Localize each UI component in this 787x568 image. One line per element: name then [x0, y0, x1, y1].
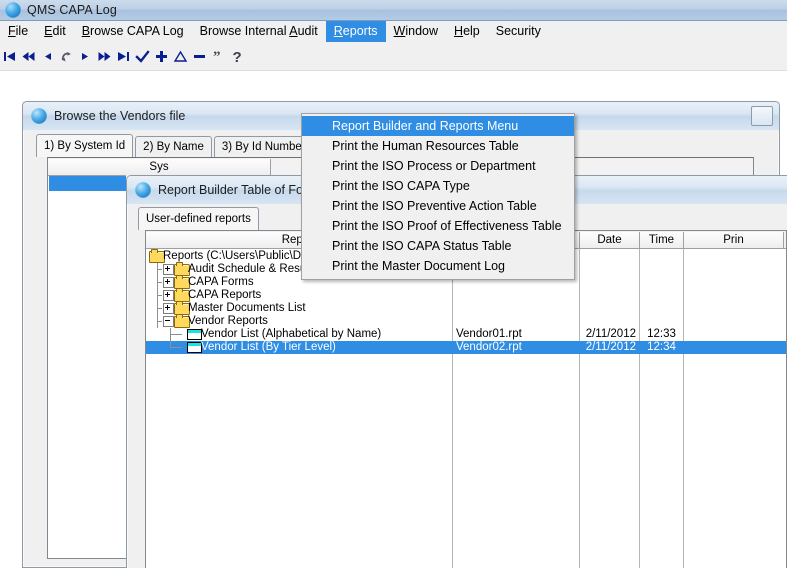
report-icon: [187, 328, 202, 340]
tree-item-label: Audit Schedule & Results: [188, 263, 318, 275]
change-triangle-icon[interactable]: [171, 45, 190, 67]
tree-item-label: CAPA Forms: [188, 276, 254, 288]
previous-record-icon[interactable]: [38, 45, 57, 67]
menu-item-print-the-iso-capa-type[interactable]: Print the ISO CAPA Type: [302, 176, 574, 196]
tree-connector: [157, 289, 158, 302]
report-builder-tabstrip: User-defined reports: [138, 207, 261, 230]
menu-file[interactable]: File: [0, 21, 36, 42]
folder-icon: [149, 249, 165, 263]
next-record-icon[interactable]: [76, 45, 95, 67]
tab-3-by-id-number[interactable]: 3) By Id Number: [213, 136, 314, 157]
expand-node-icon[interactable]: [163, 290, 174, 301]
table-cell: 2/11/2012: [585, 328, 636, 340]
insert-plus-icon[interactable]: [152, 45, 171, 67]
menu-item-print-the-human-resources-table[interactable]: Print the Human Resources Table: [302, 136, 574, 156]
report-builder-grid-body[interactable]: Reports (C:\Users\Public\Documents\ABCI\…: [146, 249, 786, 568]
main-title-bar: QMS CAPA Log: [0, 0, 787, 21]
tree-item-label: Vendor List (By Tier Level): [201, 341, 336, 353]
quote-icon[interactable]: ”: [209, 45, 228, 67]
folder-icon: [174, 288, 190, 302]
menu-reports[interactable]: Reports: [325, 21, 386, 42]
report-icon: [187, 341, 202, 353]
svg-text:”: ”: [213, 49, 221, 64]
menu-window[interactable]: Window: [386, 21, 446, 42]
folder-icon: [174, 262, 190, 276]
tree-item-label: Master Documents List: [188, 302, 306, 314]
tree-connector: [170, 341, 171, 348]
tree-item-label: Vendor Reports: [188, 315, 268, 327]
delete-minus-icon[interactable]: [190, 45, 209, 67]
table-cell: 2/11/2012: [585, 341, 636, 353]
tree-connector: [170, 328, 171, 341]
menu-item-print-the-iso-preventive-action-table[interactable]: Print the ISO Preventive Action Table: [302, 196, 574, 216]
vendors-tabstrip: 1) By System Id 2) By Name 3) By Id Number: [36, 134, 316, 157]
tree-item-label: CAPA Reports: [188, 289, 262, 301]
report-builder-window-title: Report Builder Table of Forms: [158, 183, 324, 197]
expand-node-icon[interactable]: [163, 264, 174, 275]
refresh-icon[interactable]: [57, 45, 76, 67]
rb-column-prin[interactable]: Prin: [684, 231, 784, 248]
folder-icon: [174, 275, 190, 289]
page-forward-icon[interactable]: [95, 45, 114, 67]
tree-connector: [157, 302, 158, 315]
tab-user-defined-reports[interactable]: User-defined reports: [138, 207, 259, 230]
rb-column-time[interactable]: Time: [640, 231, 684, 248]
table-row[interactable]: Vendor List (Alphabetical by Name) Vendor…: [146, 328, 786, 341]
table-cell: 12:33: [647, 328, 676, 340]
vendors-window-title: Browse the Vendors file: [54, 109, 186, 123]
folder-icon: [174, 314, 190, 328]
menu-browse-capa-log[interactable]: Browse CAPA Log: [74, 21, 192, 42]
table-row[interactable]: CAPA Reports: [146, 288, 786, 302]
expand-node-icon[interactable]: [163, 303, 174, 314]
rb-column-date[interactable]: Date: [580, 231, 640, 248]
toolbar: ”?: [0, 42, 787, 70]
help-question-icon[interactable]: ?: [228, 45, 247, 67]
tree-connector: [170, 334, 182, 335]
table-cell: Vendor01.rpt: [456, 328, 522, 340]
table-cell: 12:34: [647, 341, 676, 353]
tab-2-by-name[interactable]: 2) By Name: [135, 136, 212, 157]
table-cell: Vendor02.rpt: [456, 341, 522, 353]
menu-item-print-the-iso-process-or-department[interactable]: Print the ISO Process or Department: [302, 156, 574, 176]
menu-help[interactable]: Help: [446, 21, 488, 42]
menu-item-report-builder-and-reports-menu[interactable]: Report Builder and Reports Menu: [302, 116, 574, 136]
menu-edit[interactable]: Edit: [36, 21, 74, 42]
menu-item-print-the-iso-capa-status-table[interactable]: Print the ISO CAPA Status Table: [302, 236, 574, 256]
tab-1-by-system-id[interactable]: 1) By System Id: [36, 134, 134, 157]
page-back-icon[interactable]: [19, 45, 38, 67]
globe-icon: [135, 182, 151, 198]
globe-icon: [31, 108, 47, 124]
globe-icon: [5, 2, 21, 18]
svg-text:?: ?: [233, 49, 242, 64]
report-builder-grid[interactable]: ReportFileDateTimePrin Reports (C:\Users…: [145, 230, 787, 568]
application-window: QMS CAPA Log File Edit Browse CAPA Log Brow…: [0, 0, 787, 568]
menu-item-print-the-iso-proof-of-effectiveness-table[interactable]: Print the ISO Proof of Effectiveness Tab…: [302, 216, 574, 236]
menu-browse-internal-audit[interactable]: Browse Internal Audit: [192, 21, 326, 42]
menu-security[interactable]: Security: [488, 21, 549, 42]
table-row[interactable]: Vendor Reports: [146, 314, 786, 328]
vendors-window-restore-button[interactable]: [751, 106, 773, 126]
vendors-column-sys[interactable]: Sys: [48, 158, 271, 175]
mdi-client-area: Browse the Vendors file 1) By System Id 2…: [0, 71, 787, 568]
tree-connector: [157, 315, 158, 328]
accept-check-icon[interactable]: [133, 45, 152, 67]
table-row[interactable]: Master Documents List: [146, 301, 786, 315]
tree-connector: [157, 263, 158, 276]
collapse-node-icon[interactable]: [163, 316, 174, 327]
tree-connector: [157, 276, 158, 289]
reports-dropdown-menu: Report Builder and Reports Menu Print the…: [301, 113, 575, 280]
first-record-icon[interactable]: [0, 45, 19, 67]
menu-bar: File Edit Browse CAPA Log Browse Internal A…: [0, 21, 787, 42]
expand-node-icon[interactable]: [163, 277, 174, 288]
folder-icon: [174, 301, 190, 315]
table-row[interactable]: Vendor List (By Tier Level) Vendor02.rpt 2…: [146, 341, 786, 354]
last-record-icon[interactable]: [114, 45, 133, 67]
tree-connector: [170, 347, 182, 348]
page-title: QMS CAPA Log: [27, 3, 117, 17]
menu-item-print-the-master-document-log[interactable]: Print the Master Document Log: [302, 256, 574, 276]
tree-item-label: Vendor List (Alphabetical by Name): [201, 328, 382, 340]
